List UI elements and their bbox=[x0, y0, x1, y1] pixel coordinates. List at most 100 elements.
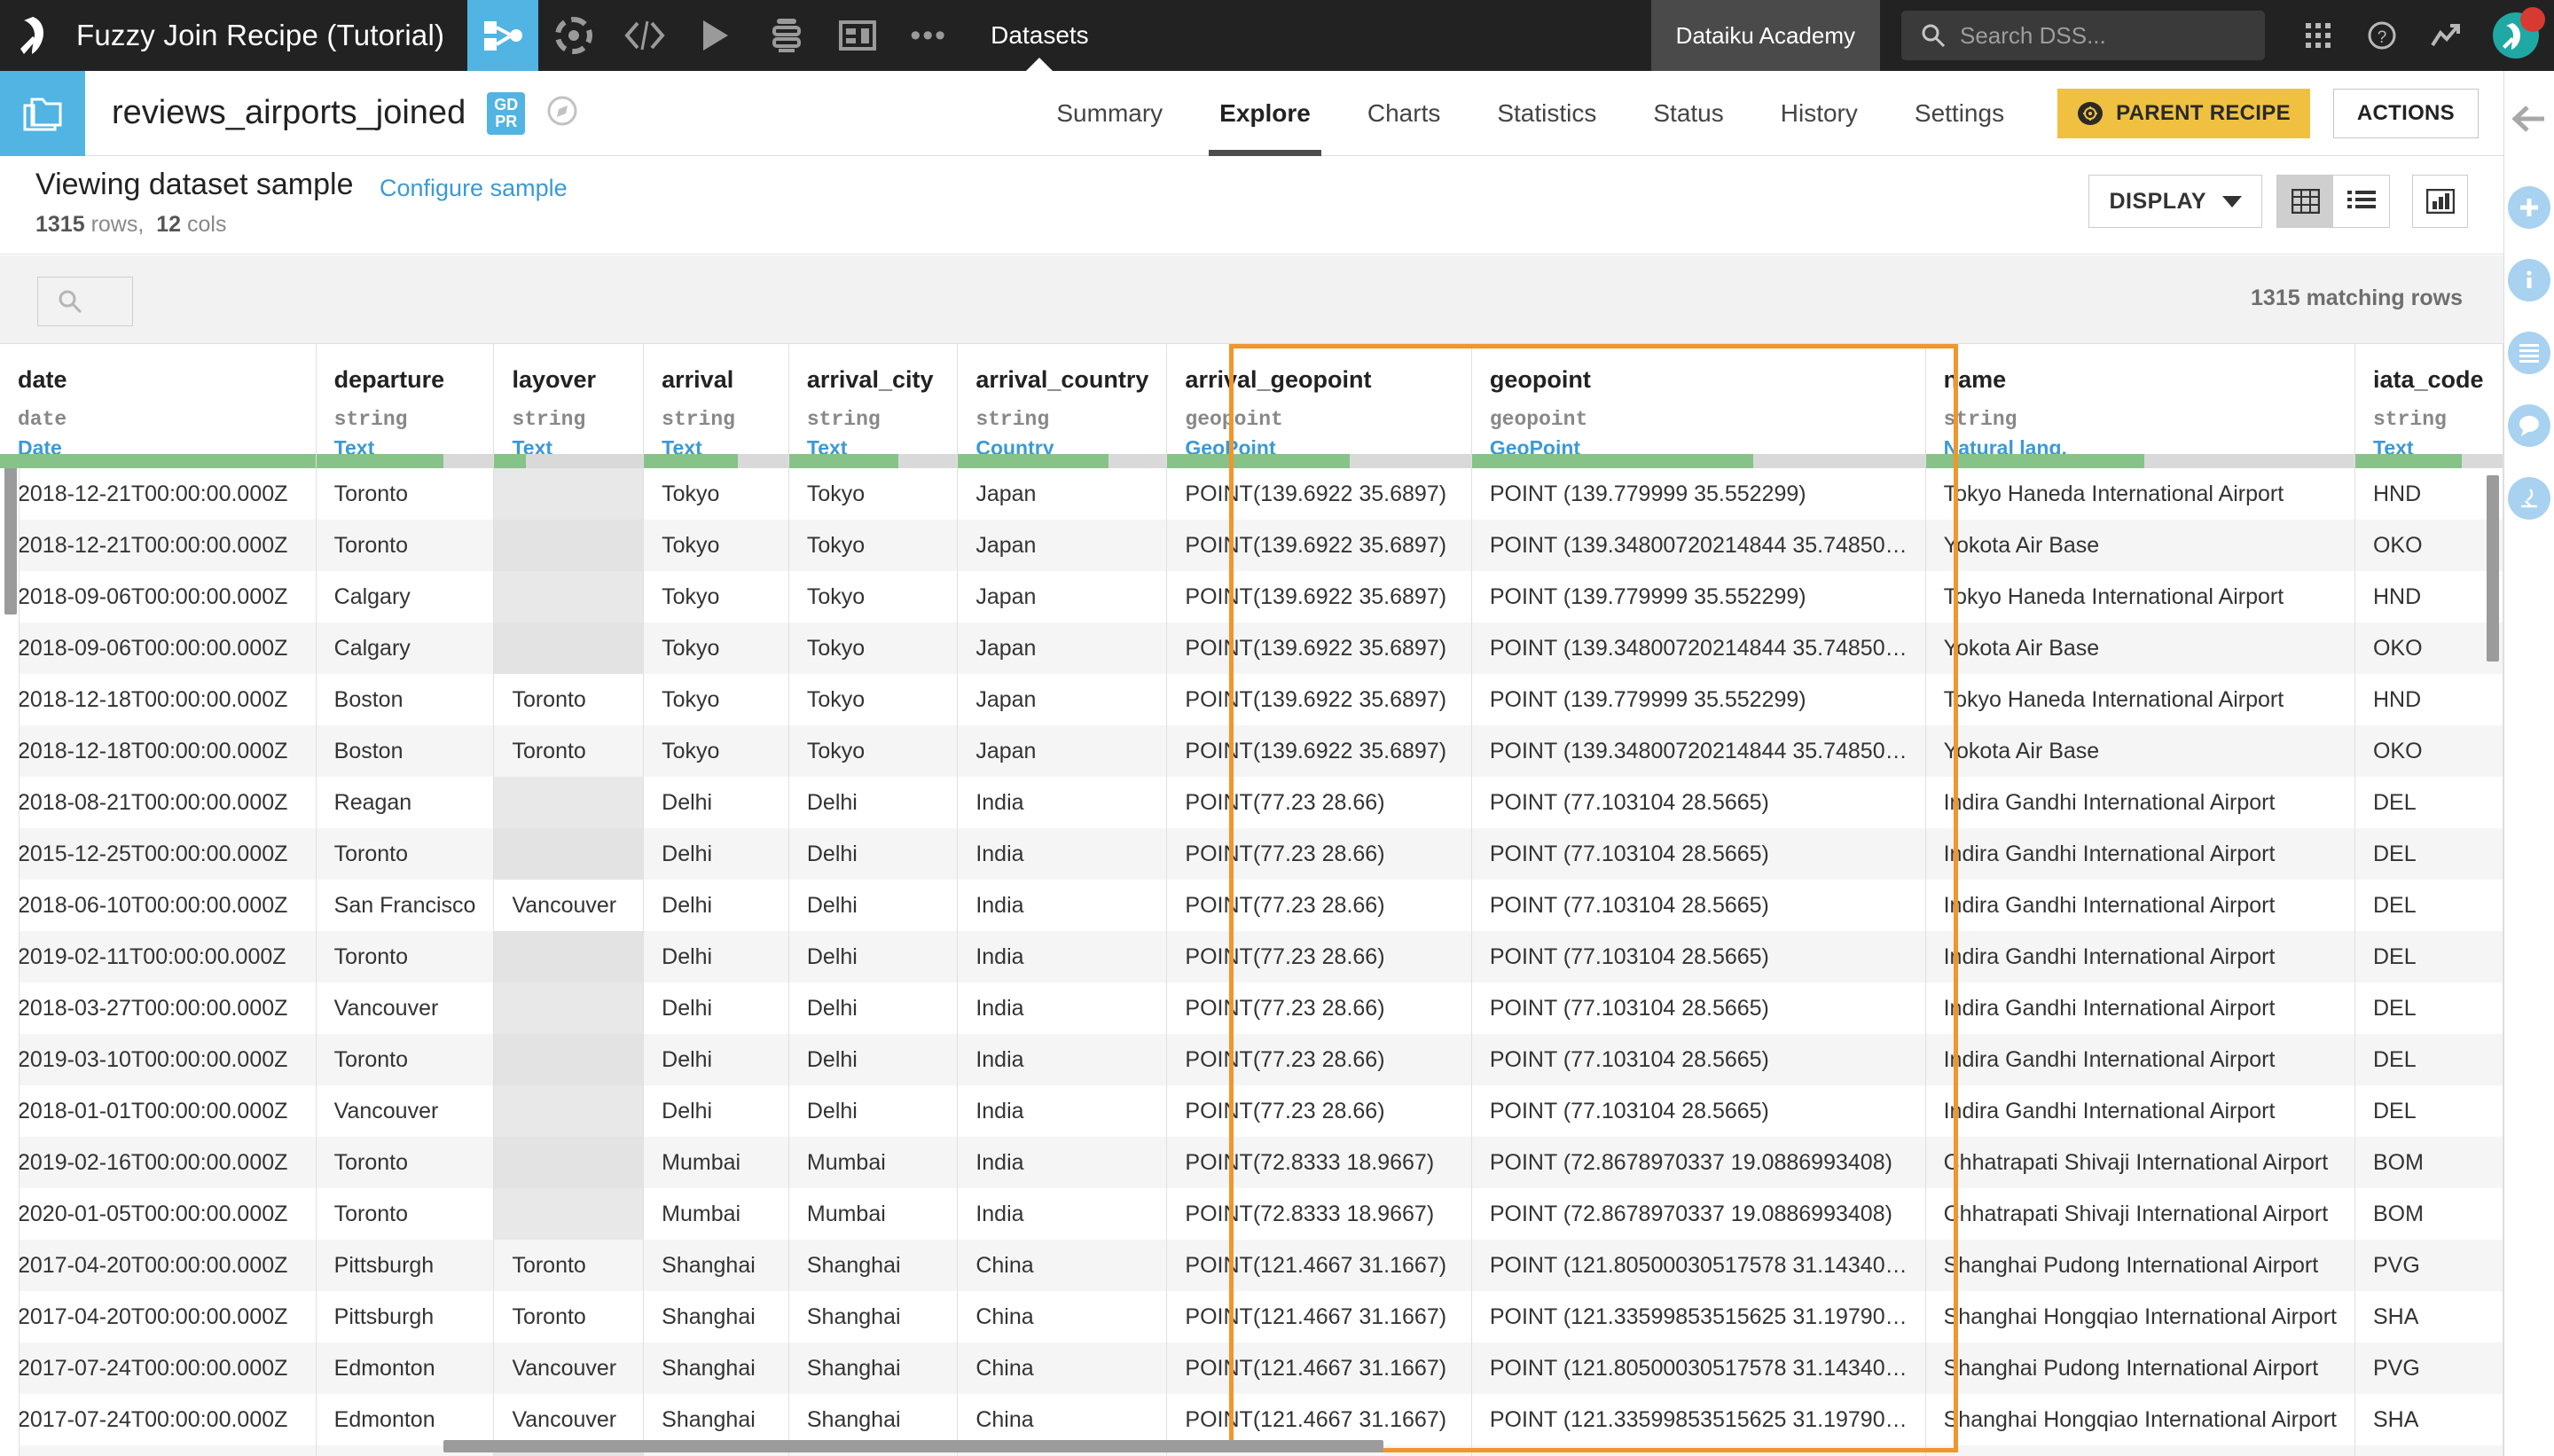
vertical-scrollbar-left[interactable] bbox=[4, 464, 17, 614]
cell-arrival_city[interactable]: Shanghai bbox=[788, 1291, 959, 1342]
cell-arrival_country[interactable]: Japan bbox=[957, 725, 1168, 777]
configure-sample-link[interactable]: Configure sample bbox=[380, 175, 568, 202]
cell-layover[interactable] bbox=[493, 1085, 645, 1137]
cell-arrival[interactable]: Tokyo bbox=[643, 468, 789, 520]
cell-name[interactable]: Indira Gandhi International Airport bbox=[1925, 828, 2355, 880]
cell-arrival_country[interactable]: India bbox=[957, 982, 1168, 1034]
cell-geopoint[interactable]: POINT (139.34800720214844 35.74850… bbox=[1471, 520, 1926, 571]
cell-arrival_geopoint[interactable]: POINT(77.23 28.66) bbox=[1166, 880, 1472, 931]
cell-arrival_country[interactable]: India bbox=[957, 1188, 1168, 1240]
cell-iata_code[interactable]: HND bbox=[2354, 571, 2503, 622]
cell-name[interactable]: Tokyo Haneda International Airport bbox=[1925, 571, 2355, 622]
nav-icon-flow[interactable] bbox=[467, 0, 539, 71]
nav-icon-notebooks[interactable] bbox=[751, 0, 822, 71]
nav-icon-jobs[interactable] bbox=[680, 0, 751, 71]
cell-name[interactable]: Indira Gandhi International Airport bbox=[1925, 1085, 2355, 1137]
cell-arrival_city[interactable]: Delhi bbox=[788, 982, 959, 1034]
cell-arrival[interactable]: Delhi bbox=[643, 1034, 789, 1085]
table-row[interactable]: 2018-12-21T00:00:00.000Z Toronto Tokyo Toky… bbox=[0, 468, 2503, 520]
cell-departure[interactable]: Edmonton bbox=[316, 1394, 495, 1445]
cell-name[interactable]: Shanghai Pudong International Airport bbox=[1925, 1240, 2355, 1291]
cell-arrival_geopoint[interactable]: POINT(77.23 28.66) bbox=[1166, 828, 1472, 880]
column-header-layover[interactable]: layover string Text bbox=[493, 344, 645, 468]
cell-layover[interactable] bbox=[493, 571, 645, 622]
cell-date[interactable]: 2017-07-24T00:00:00.000Z bbox=[0, 1394, 317, 1445]
cell-geopoint[interactable]: POINT (139.779999 35.552299) bbox=[1471, 468, 1926, 520]
apps-grid-button[interactable] bbox=[2286, 0, 2350, 71]
parent-recipe-button[interactable]: PARENT RECIPE bbox=[2057, 88, 2310, 138]
cell-arrival_country[interactable]: India bbox=[957, 777, 1168, 828]
view-list-button[interactable] bbox=[2333, 176, 2389, 227]
table-row[interactable]: 2017-04-20T00:00:00.000Z Pittsburgh Toront… bbox=[0, 1291, 2503, 1342]
cell-arrival_country[interactable]: China bbox=[957, 1291, 1168, 1342]
table-row[interactable]: 2018-06-10T00:00:00.000Z San Francisco Van… bbox=[0, 880, 2503, 931]
cell-layover[interactable] bbox=[493, 1188, 645, 1240]
cell-arrival_city[interactable]: Mumbai bbox=[788, 1188, 959, 1240]
cell-arrival_city[interactable]: Shanghai bbox=[788, 1342, 959, 1394]
cell-geopoint[interactable]: POINT (77.103104 28.5665) bbox=[1471, 777, 1926, 828]
cell-name[interactable]: Yokota Air Base bbox=[1925, 725, 2355, 777]
cell-arrival_geopoint[interactable]: POINT(139.6922 35.6897) bbox=[1166, 468, 1472, 520]
cell-arrival_country[interactable]: Japan bbox=[957, 674, 1168, 725]
nav-icon-flow-zones[interactable] bbox=[538, 0, 609, 71]
cell-layover[interactable] bbox=[493, 468, 645, 520]
cell-arrival_geopoint[interactable]: POINT(121.4667 31.1667) bbox=[1166, 1394, 1472, 1445]
column-header-geopoint[interactable]: geopoint geopoint GeoPoint bbox=[1471, 344, 1926, 468]
lab-button[interactable] bbox=[2508, 477, 2550, 520]
table-row[interactable]: 2019-03-10T00:00:00.000Z Toronto Delhi Delh… bbox=[0, 1034, 2503, 1085]
cell-arrival_geopoint[interactable]: POINT(77.23 28.66) bbox=[1166, 1034, 1472, 1085]
view-table-button[interactable] bbox=[2277, 176, 2333, 227]
cell-arrival_country[interactable]: India bbox=[957, 931, 1168, 982]
cell-name[interactable]: Chhatrapati Shivaji International Airpor… bbox=[1925, 1137, 2355, 1188]
cell-date[interactable]: 2018-01-01T00:00:00.000Z bbox=[0, 1085, 317, 1137]
cell-arrival_country[interactable]: China bbox=[957, 1342, 1168, 1394]
cell-geopoint[interactable]: POINT (139.779999 35.552299) bbox=[1471, 674, 1926, 725]
cell-iata_code[interactable]: BOM bbox=[2354, 1137, 2503, 1188]
cell-date[interactable]: 2018-12-21T00:00:00.000Z bbox=[0, 520, 317, 571]
user-menu[interactable] bbox=[2478, 0, 2554, 71]
activity-button[interactable] bbox=[2414, 0, 2478, 71]
cell-arrival[interactable]: Tokyo bbox=[643, 725, 789, 777]
nav-icon-dashboards[interactable] bbox=[822, 0, 893, 71]
cell-iata_code[interactable]: SHA bbox=[2354, 1394, 2503, 1445]
cell-layover[interactable]: Vancouver bbox=[493, 880, 645, 931]
cell-departure[interactable]: Toronto bbox=[316, 520, 495, 571]
cell-layover[interactable]: Toronto bbox=[493, 725, 645, 777]
cell-arrival_city[interactable]: Tokyo bbox=[788, 468, 959, 520]
table-row[interactable]: 2018-12-21T00:00:00.000Z Toronto Tokyo Toky… bbox=[0, 520, 2503, 571]
cell-geopoint[interactable]: POINT (77.103104 28.5665) bbox=[1471, 982, 1926, 1034]
cell-departure[interactable]: Toronto bbox=[316, 1188, 495, 1240]
table-row[interactable]: 2015-12-25T00:00:00.000Z Toronto Delhi Delh… bbox=[0, 828, 2503, 880]
tab-charts[interactable]: Charts bbox=[1339, 71, 1469, 156]
cell-geopoint[interactable]: POINT (77.103104 28.5665) bbox=[1471, 1085, 1926, 1137]
cell-name[interactable]: Yokota Air Base bbox=[1925, 622, 2355, 674]
cell-iata_code[interactable]: OKO bbox=[2354, 520, 2503, 571]
cell-iata_code[interactable]: DEL bbox=[2354, 777, 2503, 828]
cell-arrival[interactable]: Mumbai bbox=[643, 1188, 789, 1240]
cell-date[interactable]: 2018-12-18T00:00:00.000Z bbox=[0, 674, 317, 725]
cell-iata_code[interactable]: OKO bbox=[2354, 622, 2503, 674]
cell-geopoint[interactable]: POINT (139.779999 35.552299) bbox=[1471, 571, 1926, 622]
cell-name[interactable]: Chhatrapati Shivaji International Airpor… bbox=[1925, 1188, 2355, 1240]
cell-date[interactable]: 2017-04-20T00:00:00.000Z bbox=[0, 1291, 317, 1342]
column-header-arrival_country[interactable]: arrival_country string Country bbox=[957, 344, 1168, 468]
cell-iata_code[interactable]: PVG bbox=[2354, 1445, 2503, 1456]
cell-name[interactable]: Shanghai Hongqiao International Airport bbox=[1925, 1394, 2355, 1445]
cell-arrival_geopoint[interactable]: POINT(139.6922 35.6897) bbox=[1166, 622, 1472, 674]
cell-arrival_city[interactable]: Delhi bbox=[788, 777, 959, 828]
cell-departure[interactable]: Toronto bbox=[316, 468, 495, 520]
cell-geopoint[interactable]: POINT (72.8678970337 19.0886993408) bbox=[1471, 1137, 1926, 1188]
cell-arrival_geopoint[interactable]: POINT(121.4667 31.1667) bbox=[1166, 1342, 1472, 1394]
cell-arrival_geopoint[interactable]: POINT(72.8333 18.9667) bbox=[1166, 1137, 1472, 1188]
cell-geopoint[interactable]: POINT (121.33599853515625 31.19790… bbox=[1471, 1291, 1926, 1342]
cell-arrival[interactable]: Tokyo bbox=[643, 571, 789, 622]
cell-layover[interactable]: Vancouver bbox=[493, 1342, 645, 1394]
cell-iata_code[interactable]: DEL bbox=[2354, 982, 2503, 1034]
cell-iata_code[interactable]: SHA bbox=[2354, 1291, 2503, 1342]
cell-iata_code[interactable]: DEL bbox=[2354, 880, 2503, 931]
cell-arrival_country[interactable]: Japan bbox=[957, 571, 1168, 622]
details-list-button[interactable] bbox=[2508, 332, 2550, 374]
cell-departure[interactable]: Calgary bbox=[316, 622, 495, 674]
cell-iata_code[interactable]: DEL bbox=[2354, 931, 2503, 982]
cell-iata_code[interactable]: DEL bbox=[2354, 828, 2503, 880]
